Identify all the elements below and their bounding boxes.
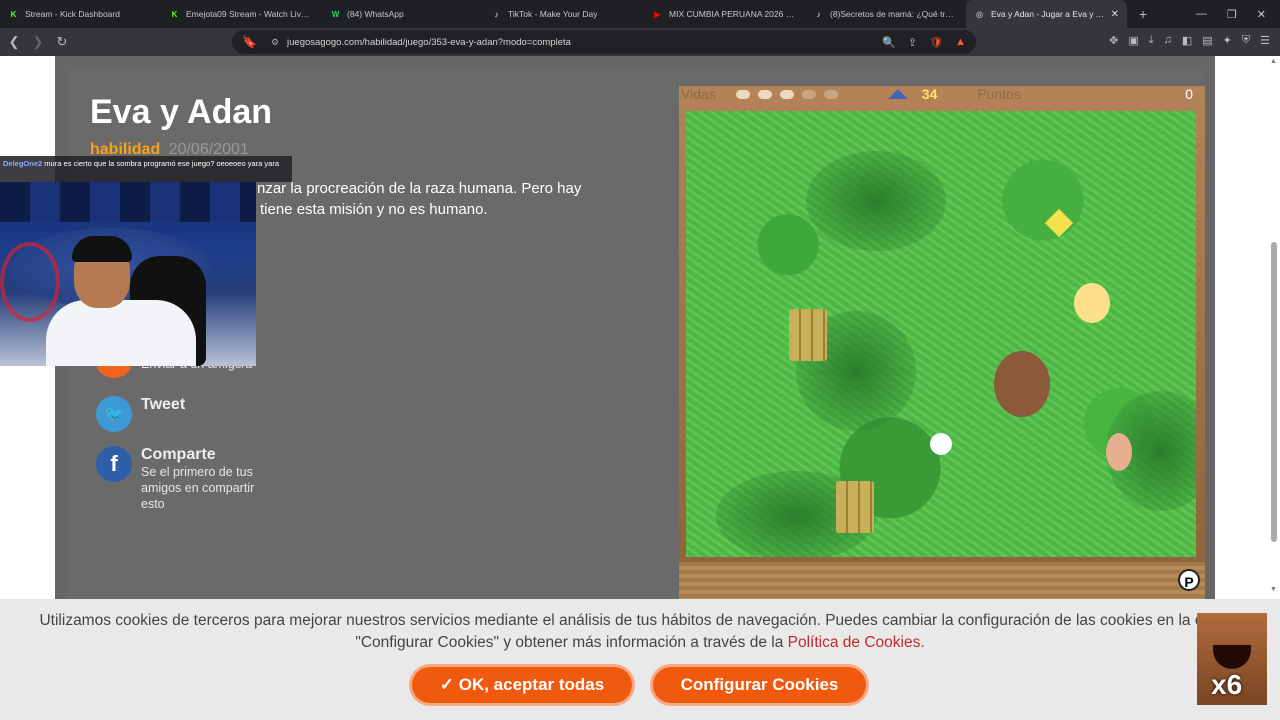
scroll-up-icon[interactable]: ▲ — [1270, 58, 1277, 65]
kick-icon: K — [10, 9, 17, 19]
game-footer-bar — [679, 562, 1205, 602]
tiktok-icon: ♪ — [816, 9, 821, 19]
tab-6[interactable]: ◎ Eva y Adan - Jugar a Eva y Adan ✕ — [966, 0, 1127, 28]
arrows-count: 34 — [921, 86, 938, 102]
toolbar-icons: ✥ ▣ ⤓ ♫ ◧ ▤ ✦ ⛨ ☰ — [1109, 34, 1270, 47]
facebook-icon[interactable]: f — [96, 446, 132, 482]
twitter-icon[interactable]: 🐦 — [96, 396, 132, 432]
forward-icon[interactable]: ❯ — [28, 34, 48, 50]
extensions-icon[interactable]: ✥ — [1109, 34, 1118, 47]
facebook-share[interactable]: f Comparte Se el primero de tus amigos e… — [96, 446, 271, 512]
bamboo-sprite — [789, 309, 827, 361]
sidebar-icon[interactable]: ◧ — [1182, 34, 1192, 47]
gorilla-sprite — [994, 351, 1050, 417]
configure-cookies-button[interactable]: Configurar Cookies — [653, 667, 866, 703]
page-title: Eva y Adan — [90, 93, 273, 131]
points-value: 0 — [1185, 86, 1193, 102]
chat-username: DelegOne2 — [3, 159, 43, 168]
new-tab-button[interactable]: + — [1139, 6, 1147, 22]
tweet-share[interactable]: 🐦 Tweet — [96, 396, 185, 432]
site-info-icon[interactable]: ⚙ — [271, 37, 279, 48]
game-hud: Vidas 34 Puntos 0 — [681, 84, 1201, 104]
cookie-message: Utilizamos cookies de terceros para mejo… — [0, 610, 1280, 654]
vpn-icon[interactable]: ⛨ — [1242, 34, 1250, 47]
facebook-share-title[interactable]: Comparte — [141, 446, 271, 464]
scroll-down-icon[interactable]: ▼ — [1270, 586, 1277, 593]
tiktok-icon: ♪ — [494, 9, 499, 19]
share-icon[interactable]: ⇪ — [908, 36, 917, 49]
tab-title: Eva y Adan - Jugar a Eva y Adan — [991, 9, 1105, 19]
cookie-banner: Utilizamos cookies de terceros para mejo… — [0, 599, 1280, 720]
media-icon[interactable]: ♫ — [1164, 34, 1172, 47]
menu-icon[interactable]: ☰ — [1260, 34, 1270, 47]
accept-cookies-button[interactable]: ✓ OK, aceptar todas — [412, 667, 632, 703]
stream-chat-overlay: DelegOne2 mura es cierto que la sombra p… — [0, 156, 292, 182]
facebook-share-subtitle: Se el primero de tus amigos en compartir… — [141, 465, 255, 511]
points-label: Puntos — [977, 86, 1021, 102]
gem-sprite — [1044, 208, 1074, 238]
scrollbar-thumb[interactable] — [1271, 242, 1277, 542]
tab-4[interactable]: ▶ MIX CUMBIA PERUANA 2026 (La — [644, 0, 805, 28]
tweet-label[interactable]: Tweet — [141, 396, 185, 414]
tab-title: (84) WhatsApp — [347, 9, 404, 19]
tab-0[interactable]: K Stream - Kick Dashboard — [0, 0, 161, 28]
tab-1[interactable]: K Emejota09 Stream - Watch Live on K — [161, 0, 322, 28]
tab-title: (8)Secretos de mamá: ¿Qué traigo p — [830, 9, 958, 19]
maximize-icon[interactable]: ❐ — [1227, 8, 1237, 21]
tab-2[interactable]: W (84) WhatsApp — [322, 0, 483, 28]
wallet-icon[interactable]: ▤ — [1202, 34, 1212, 47]
game-playfield[interactable] — [686, 111, 1196, 557]
whatsapp-icon: W — [331, 9, 340, 19]
zoom-icon[interactable]: 🔍 — [882, 36, 896, 49]
chicken-sprite — [930, 433, 952, 455]
close-tab-icon[interactable]: ✕ — [1105, 9, 1119, 20]
tab-3[interactable]: ♪ TikTok - Make Your Day — [483, 0, 644, 28]
emote-multiplier: x6 — [1211, 669, 1243, 700]
cookie-message-text: Utilizamos cookies de terceros para mejo… — [39, 612, 1241, 651]
tab-bar: K Stream - Kick Dashboard K Emejota09 Strea… — [0, 0, 1280, 28]
reload-icon[interactable]: ↻ — [52, 34, 72, 50]
close-window-icon[interactable]: ✕ — [1257, 8, 1266, 21]
lives-icons — [735, 89, 838, 99]
brave-rewards-icon[interactable]: ▲ — [955, 36, 966, 48]
address-bar[interactable]: 🔖 ⚙ juegosagogo.com/habilidad/juego/353-… — [232, 30, 976, 54]
navigation-bar: ❮ ❯ ↻ 🔖 ⚙ juegosagogo.com/habilidad/jueg… — [0, 28, 1280, 56]
downloads-icon[interactable]: ⤓ — [1149, 34, 1154, 47]
webcam-overlay — [0, 182, 256, 366]
globe-icon: ◎ — [976, 9, 983, 19]
web-page: ▲ ▼ Eva y Adan habilidad 20/06/2001 nzar… — [0, 56, 1280, 720]
eve-sprite — [1074, 283, 1110, 323]
minimize-icon[interactable]: — — [1196, 8, 1207, 21]
tab-title: TikTok - Make Your Day — [508, 9, 598, 19]
url-text[interactable]: juegosagogo.com/habilidad/juego/353-eva-… — [287, 37, 571, 48]
chat-message: mura es cierto que la sombra programó es… — [44, 159, 280, 168]
back-icon[interactable]: ❮ — [4, 34, 24, 50]
leo-icon[interactable]: ✦ — [1223, 34, 1232, 47]
game-logo-icon: P — [1178, 569, 1200, 591]
screenshot-icon[interactable]: ▣ — [1128, 34, 1138, 47]
tab-title: Emejota09 Stream - Watch Live on K — [186, 9, 314, 19]
youtube-icon: ▶ — [654, 9, 661, 19]
stream-emote-overlay: x6 — [1197, 613, 1267, 705]
brave-shields-icon[interactable]: 🛡 — [929, 36, 943, 49]
kick-icon: K — [171, 9, 178, 19]
bamboo-sprite — [836, 481, 874, 533]
tab-title: MIX CUMBIA PERUANA 2026 (La — [669, 9, 797, 19]
adam-sprite — [1106, 433, 1132, 471]
tab-title: Stream - Kick Dashboard — [25, 9, 120, 19]
arrow-stack-icon — [887, 89, 908, 99]
cookie-policy-link[interactable]: Política de Cookies. — [788, 634, 925, 651]
lives-label: Vidas — [681, 86, 716, 102]
tab-5[interactable]: ♪ (8)Secretos de mamá: ¿Qué traigo p — [805, 0, 966, 28]
window-controls: — ❐ ✕ — [1196, 8, 1280, 21]
bookmark-icon[interactable]: 🔖 — [242, 35, 257, 49]
